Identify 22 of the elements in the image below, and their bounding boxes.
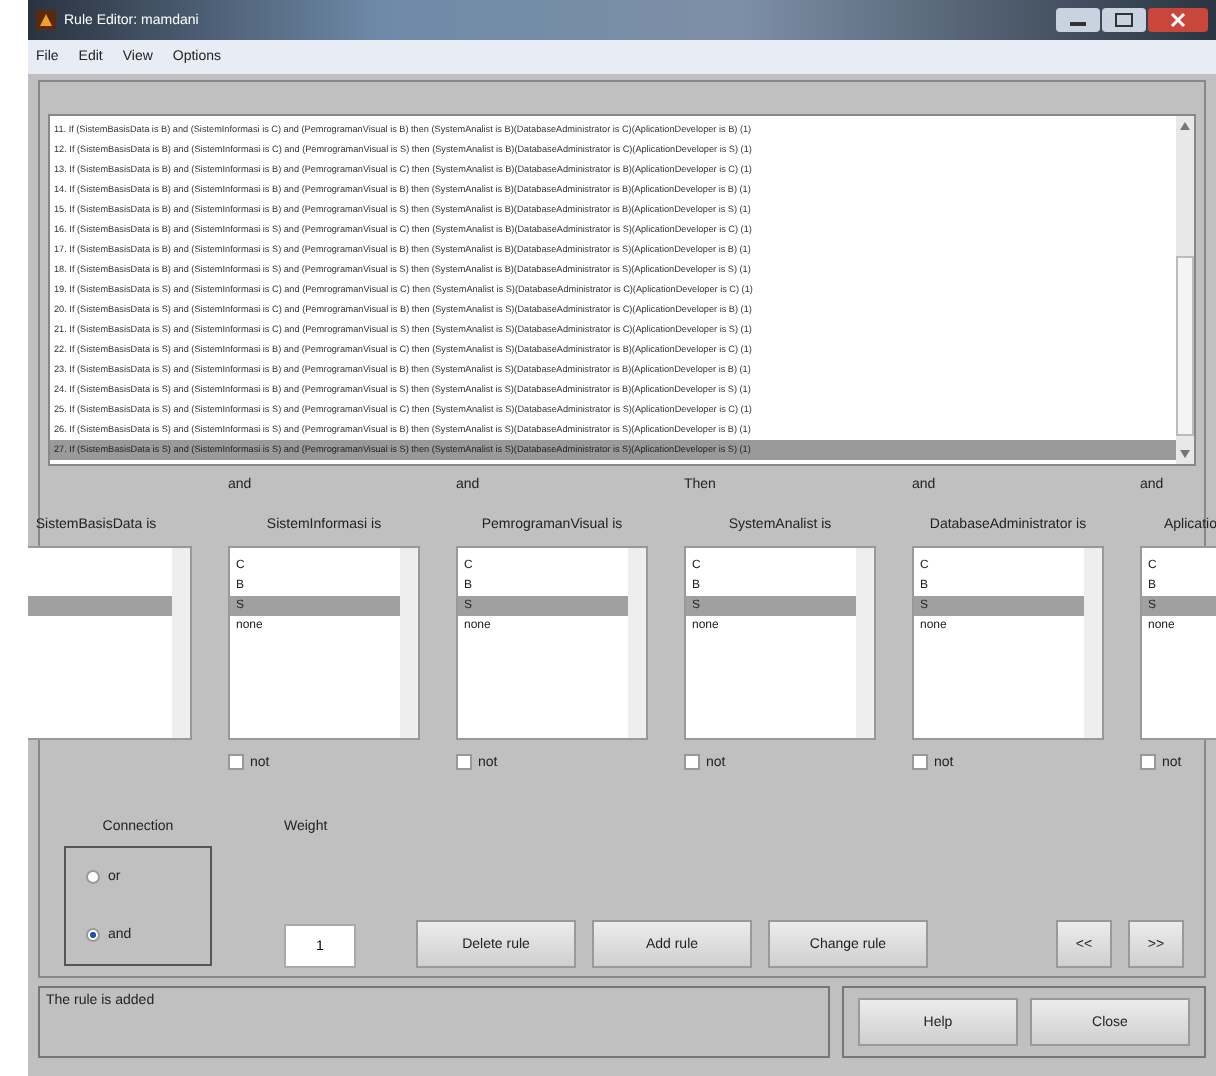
close-icon[interactable] xyxy=(1148,8,1208,32)
maximize-icon[interactable] xyxy=(1102,8,1146,32)
scrollbar[interactable] xyxy=(1084,548,1102,738)
not-checkbox[interactable] xyxy=(912,754,928,770)
not-checkbox[interactable] xyxy=(456,754,472,770)
not-checkbox[interactable] xyxy=(228,754,244,770)
scroll-thumb[interactable] xyxy=(1176,256,1194,436)
scrollbar[interactable] xyxy=(856,548,874,738)
scrollbar[interactable] xyxy=(1176,116,1194,464)
radio-button[interactable] xyxy=(86,928,100,942)
scrollbar[interactable] xyxy=(400,548,418,738)
scrollbar[interactable] xyxy=(628,548,646,738)
scrollbar[interactable] xyxy=(172,548,190,738)
minimize-icon[interactable] xyxy=(1056,8,1100,32)
radio-button[interactable] xyxy=(86,870,100,884)
not-checkbox[interactable] xyxy=(684,754,700,770)
app-icon xyxy=(36,10,56,30)
scroll-up-icon[interactable] xyxy=(1180,122,1190,130)
scroll-down-icon[interactable] xyxy=(1180,450,1190,458)
term-list[interactable] xyxy=(28,546,192,740)
rule-list[interactable] xyxy=(48,114,1196,466)
not-checkbox[interactable] xyxy=(1140,754,1156,770)
